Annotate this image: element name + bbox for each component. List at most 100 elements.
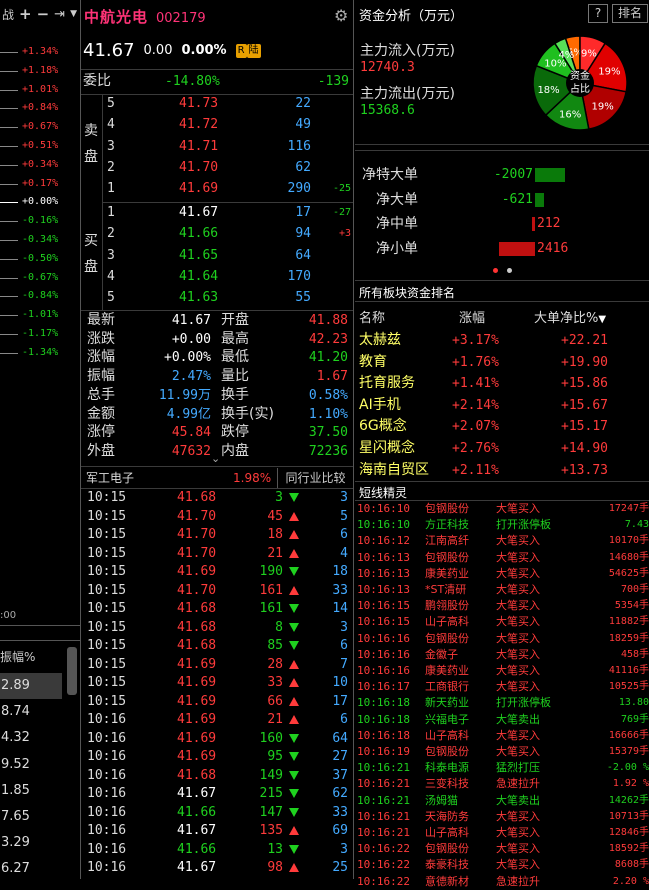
tick-row[interactable]: 10:16 41.69 160 64 [81, 730, 353, 748]
plus-icon[interactable]: + [19, 5, 32, 23]
tick-time: 10:16 [87, 841, 127, 857]
shortline-row[interactable]: 10:16:22 意德新材 急速拉升 2.20 % [355, 874, 649, 890]
buy-level: 2 [107, 226, 115, 242]
help-button[interactable]: ? [588, 4, 608, 23]
shortline-row[interactable]: 10:16:16 金徽子 大笔买入 458手 [355, 647, 649, 663]
stat-label: 总手 [87, 386, 115, 403]
shortline-row[interactable]: 10:16:13 康美药业 大笔买入 54625手 [355, 566, 649, 582]
tick-row[interactable]: 10:15 41.68 8 3 [81, 619, 353, 637]
shortline-row[interactable]: 10:16:19 包钢股份 大笔买入 15379手 [355, 744, 649, 760]
sector-col-pct[interactable]: 涨幅 [459, 307, 485, 326]
tick-row[interactable]: 10:15 41.69 28 7 [81, 656, 353, 674]
tick-time: 10:15 [87, 693, 127, 709]
sector-row[interactable]: 托育服务 +1.41% +15.86 [355, 373, 649, 394]
shortline-row[interactable]: 10:16:13 包钢股份 大笔买入 14680手 [355, 550, 649, 566]
tick-row[interactable]: 10:15 41.68 161 14 [81, 600, 353, 618]
buy-row-5[interactable]: 5 41.63 55 [107, 287, 353, 308]
tick-row[interactable]: 10:15 41.70 18 6 [81, 526, 353, 544]
sell-row-1[interactable]: 1 41.69 290 -25 [107, 178, 353, 199]
tick-row[interactable]: 10:15 41.69 190 18 [81, 563, 353, 581]
tick-row[interactable]: 10:16 41.69 95 27 [81, 748, 353, 766]
tick-row[interactable]: 10:16 41.66 13 3 [81, 841, 353, 859]
shortline-row[interactable]: 10:16:13 *ST清研 大笔买入 700手 [355, 582, 649, 598]
left-list-value[interactable]: 9.52 [0, 752, 62, 778]
shortline-row[interactable]: 10:16:22 泰豪科技 大笔买入 8608手 [355, 857, 649, 873]
tick-count: 33 [332, 804, 348, 820]
tick-row[interactable]: 10:15 41.70 161 33 [81, 582, 353, 600]
shortline-row[interactable]: 10:16:21 天海防务 大笔买入 10713手 [355, 809, 649, 825]
shortline-row[interactable]: 10:16:18 兴福电子 大笔卖出 769手 [355, 712, 649, 728]
shortline-row[interactable]: 10:16:18 新天药业 打开涨停板 13.80 [355, 695, 649, 711]
shortline-row[interactable]: 10:16:22 包钢股份 大笔买入 18592手 [355, 841, 649, 857]
rank-button[interactable]: 排名 [612, 4, 648, 23]
pin-icon[interactable]: ⇥ [54, 7, 65, 22]
tick-row[interactable]: 10:15 41.70 45 5 [81, 508, 353, 526]
sector-col-ratio[interactable]: 大单净比%▼ [534, 307, 606, 326]
left-list-value[interactable]: 2.89 [0, 673, 62, 699]
stat-label: 涨停 [87, 424, 115, 441]
sector-row[interactable]: 海南自贸区 +2.11% +13.73 [355, 460, 649, 481]
shortline-row[interactable]: 10:16:10 包钢股份 大笔买入 17247手 [355, 501, 649, 517]
shortline-row[interactable]: 10:16:10 方正科技 打开涨停板 7.43 [355, 517, 649, 533]
settings-gear-icon[interactable]: ⚙ [334, 6, 348, 25]
sector-col-name[interactable]: 名称 [359, 307, 385, 326]
tick-row[interactable]: 10:15 41.70 21 4 [81, 545, 353, 563]
tick-row[interactable]: 10:16 41.67 98 25 [81, 859, 353, 877]
tick-price: 41.66 [177, 804, 217, 820]
page-dot-active[interactable] [493, 268, 498, 273]
left-list-value[interactable]: 1.85 [0, 778, 62, 804]
left-list-value[interactable]: 7.65 [0, 804, 62, 830]
sector-row[interactable]: 6G概念 +2.07% +15.17 [355, 416, 649, 437]
toolbar-left-label: 战 [2, 7, 15, 22]
shortline-row[interactable]: 10:16:12 江南高纤 大笔买入 10170手 [355, 533, 649, 549]
industry-compare-button[interactable]: 同行业比较 [277, 468, 353, 488]
sell-row-4[interactable]: 4 41.72 49 [107, 114, 353, 135]
tick-price: 41.67 [177, 823, 217, 838]
collapse-chevron-icon[interactable]: ⌄ [211, 452, 220, 465]
sector-row[interactable]: AI手机 +2.14% +15.67 [355, 395, 649, 416]
buy-row-1[interactable]: 1 41.67 17 -27 [107, 202, 353, 223]
tick-row[interactable]: 10:15 41.69 33 10 [81, 674, 353, 692]
axis-tick [0, 296, 18, 298]
shortline-row[interactable]: 10:16:21 科泰电源 猛烈打压 -2.00 % [355, 760, 649, 776]
buy-row-4[interactable]: 4 41.64 170 [107, 266, 353, 287]
page-dot[interactable] [507, 268, 512, 273]
sector-row[interactable]: 太赫兹 +3.17% +22.21 [355, 330, 649, 351]
r-badge[interactable]: R [235, 43, 247, 58]
shortline-row[interactable]: 10:16:15 山子高科 大笔买入 11882手 [355, 614, 649, 630]
shortline-stock: 包钢股份 [425, 550, 469, 564]
shortline-row[interactable]: 10:16:21 三变科技 急速拉升 1.92 % [355, 776, 649, 792]
shortline-row[interactable]: 10:16:21 汤姆猫 大笔卖出 14262手 [355, 793, 649, 809]
minus-icon[interactable]: − [37, 5, 50, 23]
tick-row[interactable]: 10:16 41.68 149 37 [81, 767, 353, 785]
left-scrollbar[interactable] [67, 647, 77, 695]
sector-row[interactable]: 星闪概念 +2.76% +14.90 [355, 438, 649, 459]
shortline-row[interactable]: 10:16:16 包钢股份 大笔买入 18259手 [355, 631, 649, 647]
industry-name[interactable]: 军工电子 [86, 468, 134, 488]
buy-row-3[interactable]: 3 41.65 64 [107, 245, 353, 266]
lu-badge[interactable]: 陆 [246, 43, 261, 58]
sell-row-3[interactable]: 3 41.71 116 [107, 136, 353, 157]
tick-row[interactable]: 10:16 41.67 135 69 [81, 822, 353, 840]
left-list-value[interactable]: 6.27 [0, 856, 62, 882]
buy-row-2[interactable]: 2 41.66 94 +3 [107, 223, 353, 244]
left-list-value[interactable]: 8.74 [0, 699, 62, 725]
sector-row[interactable]: 教育 +1.76% +19.90 [355, 352, 649, 373]
shortline-row[interactable]: 10:16:17 工商银行 大笔买入 10525手 [355, 679, 649, 695]
tick-row[interactable]: 10:15 41.69 66 17 [81, 693, 353, 711]
shortline-row[interactable]: 10:16:15 鹏翎股份 大笔买入 5354手 [355, 598, 649, 614]
menu-chevron-icon[interactable]: ▼ [70, 9, 77, 19]
shortline-row[interactable]: 10:16:21 山子高科 大笔买入 12846手 [355, 825, 649, 841]
tick-row[interactable]: 10:16 41.66 147 33 [81, 804, 353, 822]
sell-row-2[interactable]: 2 41.70 62 [107, 157, 353, 178]
tick-time: 10:15 [87, 564, 127, 579]
left-list-value[interactable]: 3.29 [0, 830, 62, 856]
shortline-row[interactable]: 10:16:16 康美药业 大笔买入 41116手 [355, 663, 649, 679]
tick-row[interactable]: 10:16 41.67 215 62 [81, 785, 353, 803]
tick-row[interactable]: 10:15 41.68 3 3 [81, 489, 353, 507]
tick-row[interactable]: 10:16 41.69 21 6 [81, 711, 353, 729]
left-list-value[interactable]: 4.32 [0, 725, 62, 751]
tick-row[interactable]: 10:15 41.68 85 6 [81, 637, 353, 655]
sell-row-5[interactable]: 5 41.73 22 [107, 93, 353, 114]
shortline-row[interactable]: 10:16:18 山子高科 大笔买入 16666手 [355, 728, 649, 744]
